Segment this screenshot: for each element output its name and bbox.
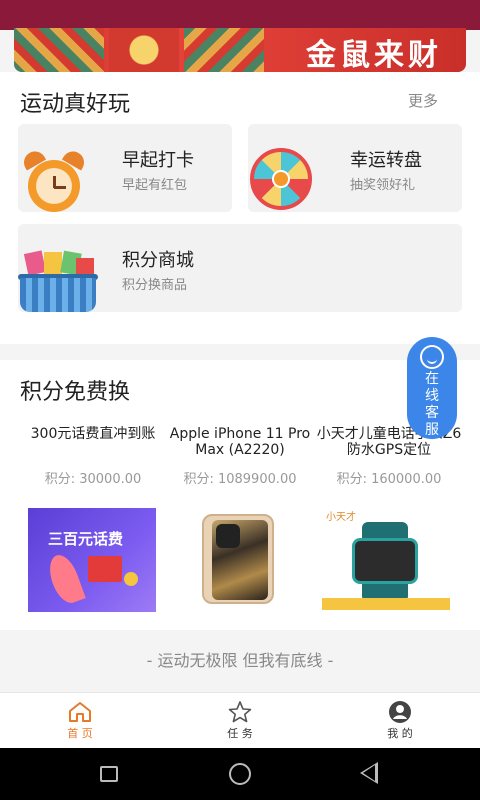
card-title: 幸运转盘 (350, 150, 422, 171)
online-service-button[interactable]: 在线客服 (407, 337, 457, 439)
tab-label: 首 页 (67, 727, 93, 740)
home-icon (40, 699, 120, 725)
card-subtitle: 抽奖领好礼 (350, 178, 416, 193)
promo-banner[interactable]: 金鼠来财 (14, 28, 466, 72)
product-price: 积分: 1089900.00 (183, 472, 297, 487)
home-circle-icon[interactable] (229, 763, 251, 785)
product-name: Apple iPhone 11 Pro Max (A2220) (169, 426, 311, 458)
card-title: 积分商城 (122, 250, 194, 271)
product-item[interactable]: Apple iPhone 11 Pro Max (A2220) 积分: 1089… (165, 426, 315, 487)
product-price: 积分: 30000.00 (44, 472, 142, 487)
product-image-text: 三百元话费 (48, 530, 124, 548)
card-points-mall[interactable]: 积分商城 积分换商品 (18, 224, 462, 312)
card-morning-checkin[interactable]: 早起打卡 早起有红包 (18, 124, 232, 212)
alarm-clock-icon (19, 147, 90, 212)
system-nav-bar (0, 748, 480, 800)
more-link[interactable]: 更多 (408, 90, 438, 111)
footer-slogan: - 运动无极限 但我有底线 - (146, 651, 334, 670)
banner-decoration (14, 28, 104, 72)
card-lucky-wheel[interactable]: 幸运转盘 抽奖领好礼 (248, 124, 462, 212)
shopping-basket-icon (18, 244, 100, 312)
card-subtitle: 早起有红包 (122, 178, 188, 193)
tab-label: 任 务 (227, 727, 253, 740)
fun-section: 运动真好玩 更多 早起打卡 早起有红包 幸运转盘 抽奖领好礼 积分商城 积分换商… (0, 72, 480, 344)
product-image-phone-credit[interactable]: 三百元话费 (28, 508, 156, 612)
lucky-wheel-icon (248, 146, 316, 212)
product-name: 300元话费直冲到账 (30, 426, 156, 442)
tab-mine[interactable]: 我 的 (360, 699, 440, 741)
tab-label: 我 的 (387, 727, 413, 740)
tab-tasks[interactable]: 任 务 (200, 699, 280, 741)
star-icon (200, 699, 280, 725)
user-icon (360, 699, 440, 725)
service-label: 在线客服 (425, 371, 439, 438)
product-image-text: 小天才 (326, 512, 356, 523)
product-price: 积分: 160000.00 (336, 472, 442, 487)
section-title: 运动真好玩 (20, 92, 131, 117)
bottom-tab-bar: 首 页 任 务 我 的 (0, 692, 480, 748)
chat-face-icon (420, 345, 444, 369)
banner-decoration (109, 28, 179, 72)
banner-decoration (184, 28, 264, 72)
recent-apps-icon[interactable] (100, 766, 118, 782)
card-subtitle: 积分换商品 (122, 278, 188, 293)
product-image-iphone[interactable] (198, 508, 278, 612)
card-title: 早起打卡 (122, 150, 194, 171)
section-title: 积分免费换 (20, 380, 131, 405)
product-item[interactable]: 300元话费直冲到账 积分: 30000.00 (18, 426, 168, 487)
tab-home[interactable]: 首 页 (40, 699, 120, 741)
back-triangle-icon[interactable] (360, 762, 378, 784)
product-image-smartwatch[interactable]: 小天才 (322, 508, 450, 612)
status-bar (0, 0, 480, 30)
banner-text: 金鼠来财 (306, 38, 442, 72)
